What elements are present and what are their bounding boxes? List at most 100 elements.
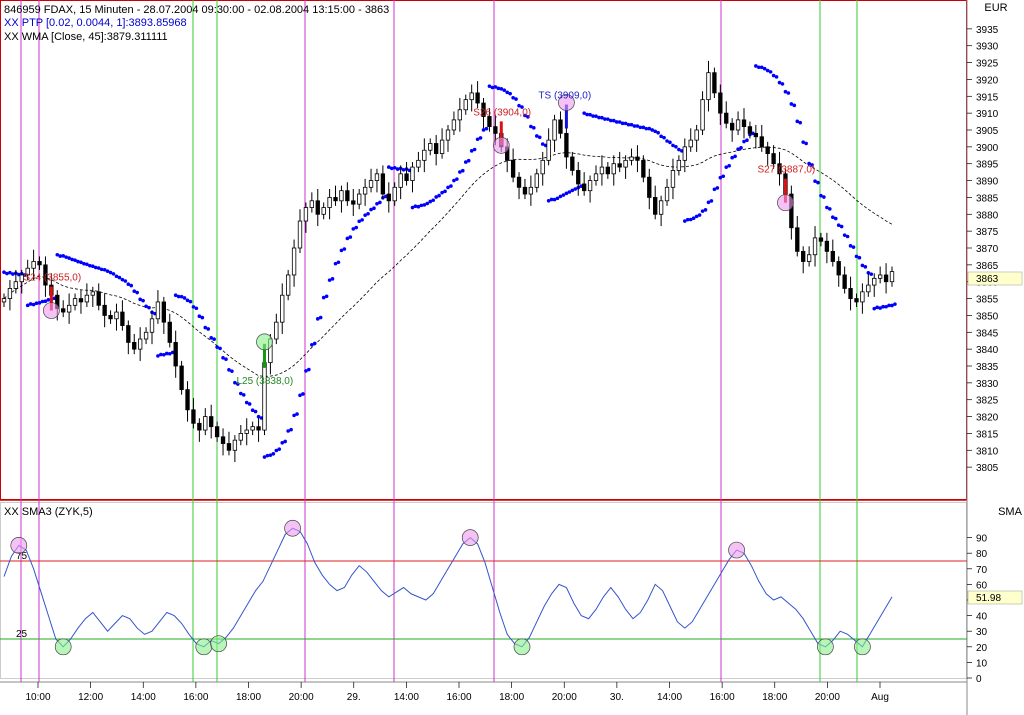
sar-dot (111, 272, 116, 276)
sar-dot (792, 103, 797, 108)
candle-down (617, 163, 622, 168)
candle-down (842, 274, 847, 289)
candle-up (422, 149, 427, 161)
sar-dot (206, 327, 211, 331)
candle-down (96, 291, 101, 306)
time-axis: 10:00 12:00 14:00 16:00 18:00 20:00 29. 14:00 16… (25, 682, 889, 703)
time-tick-label: 18:00 (762, 692, 787, 703)
candle-up (416, 159, 421, 168)
sar-dot (360, 218, 364, 222)
candle-up (534, 173, 539, 188)
candle-up (735, 119, 741, 131)
candle-down (712, 72, 717, 94)
indicator-legend: XX SMA3 (ZYK,5) (4, 506, 93, 518)
price-axis: 3805 3810 3815 3820 3825 3830 3835 3840 3845 3850… (967, 25, 999, 474)
candle-up (806, 254, 812, 262)
sar-dot (727, 163, 731, 168)
candle-down (635, 156, 640, 161)
sar-dot (869, 272, 874, 276)
candle-down (380, 173, 386, 195)
candle-down (404, 173, 409, 181)
sar-dot (271, 451, 276, 456)
sar-dot (721, 174, 726, 179)
sar-dot (443, 189, 447, 194)
candle-up (682, 146, 687, 161)
candle-up (599, 166, 605, 175)
annotation-label: S26 (3904,0) (473, 107, 531, 118)
sar-dot (656, 130, 660, 135)
candle-down (510, 159, 516, 178)
indicator-peak-marker (10, 537, 28, 554)
candle-up (623, 159, 628, 168)
candle-up (357, 193, 362, 205)
sar-dot (668, 140, 672, 145)
sar-dot (123, 279, 128, 283)
sar-dot (739, 146, 743, 150)
wma-path (3, 146, 893, 377)
candle-up (31, 261, 36, 269)
price-tick-label: 3880 (976, 210, 999, 221)
candle-up (398, 173, 403, 188)
candle-up (872, 277, 877, 286)
indicator-trough-marker (54, 638, 72, 656)
indicator-trough-marker (210, 635, 227, 653)
time-tick-label: 20:00 (815, 692, 840, 703)
candle-up (587, 180, 593, 192)
time-tick-label: 14:00 (394, 692, 419, 703)
sar-dot (514, 97, 518, 101)
sar-dot (715, 186, 720, 190)
time-tick-label: 30. (610, 692, 624, 703)
candle-up (262, 362, 267, 431)
sar-dot (135, 290, 139, 295)
candle-up (149, 318, 155, 333)
candle-up (374, 173, 380, 181)
sar-dot (241, 393, 246, 397)
sar-dot (354, 225, 359, 230)
sar-dot (863, 265, 868, 269)
price-tick-label: 3840 (976, 345, 999, 356)
candle-up (428, 143, 433, 151)
sar-dot (484, 126, 489, 131)
candle-down (132, 341, 137, 350)
candle-up (155, 301, 161, 320)
indicator-tick-label: 70 (976, 565, 988, 576)
sell-marker (492, 137, 510, 154)
sar-dot (182, 296, 187, 300)
sar-dot (141, 298, 145, 303)
candle-up (546, 139, 551, 161)
sar-dot (212, 337, 216, 341)
candle-up (321, 207, 326, 215)
candlesticks (1, 60, 895, 463)
candle-down (220, 436, 226, 444)
candle-down (315, 200, 320, 215)
sar-dot (893, 302, 897, 306)
candle-down (576, 170, 581, 185)
sar-dot (425, 201, 430, 206)
sar-dot (437, 193, 441, 198)
candle-down (883, 274, 889, 283)
candle-up (658, 200, 664, 215)
candle-down (161, 301, 167, 323)
candle-up (362, 186, 368, 195)
candle-up (688, 139, 693, 148)
candle-down (718, 92, 723, 114)
sar-dot (194, 306, 199, 311)
fdax-chart: S24 (3855,0) L25 (3838,0) S26 (3904,0) TS (… (0, 0, 1024, 715)
sar-dot (324, 294, 329, 299)
time-tick-label: 29. (347, 692, 361, 703)
sar-dot (532, 126, 536, 130)
sar-dot (460, 168, 465, 173)
time-tick-label: 16:00 (446, 692, 471, 703)
price-tick-label: 3925 (976, 59, 999, 70)
time-tick-label: 16:00 (710, 692, 735, 703)
indicator-tick-label: 0 (976, 674, 982, 685)
annotation-label: S27 (3887,0) (757, 165, 815, 176)
time-tick-label: 14:00 (657, 692, 682, 703)
candle-up (664, 186, 670, 202)
price-tick-label: 3825 (976, 396, 999, 407)
sar-dot (348, 235, 353, 239)
sar-dot (555, 196, 560, 201)
sar-dot (466, 158, 471, 163)
time-tick-label: 18:00 (236, 692, 261, 703)
candle-down (185, 389, 190, 411)
